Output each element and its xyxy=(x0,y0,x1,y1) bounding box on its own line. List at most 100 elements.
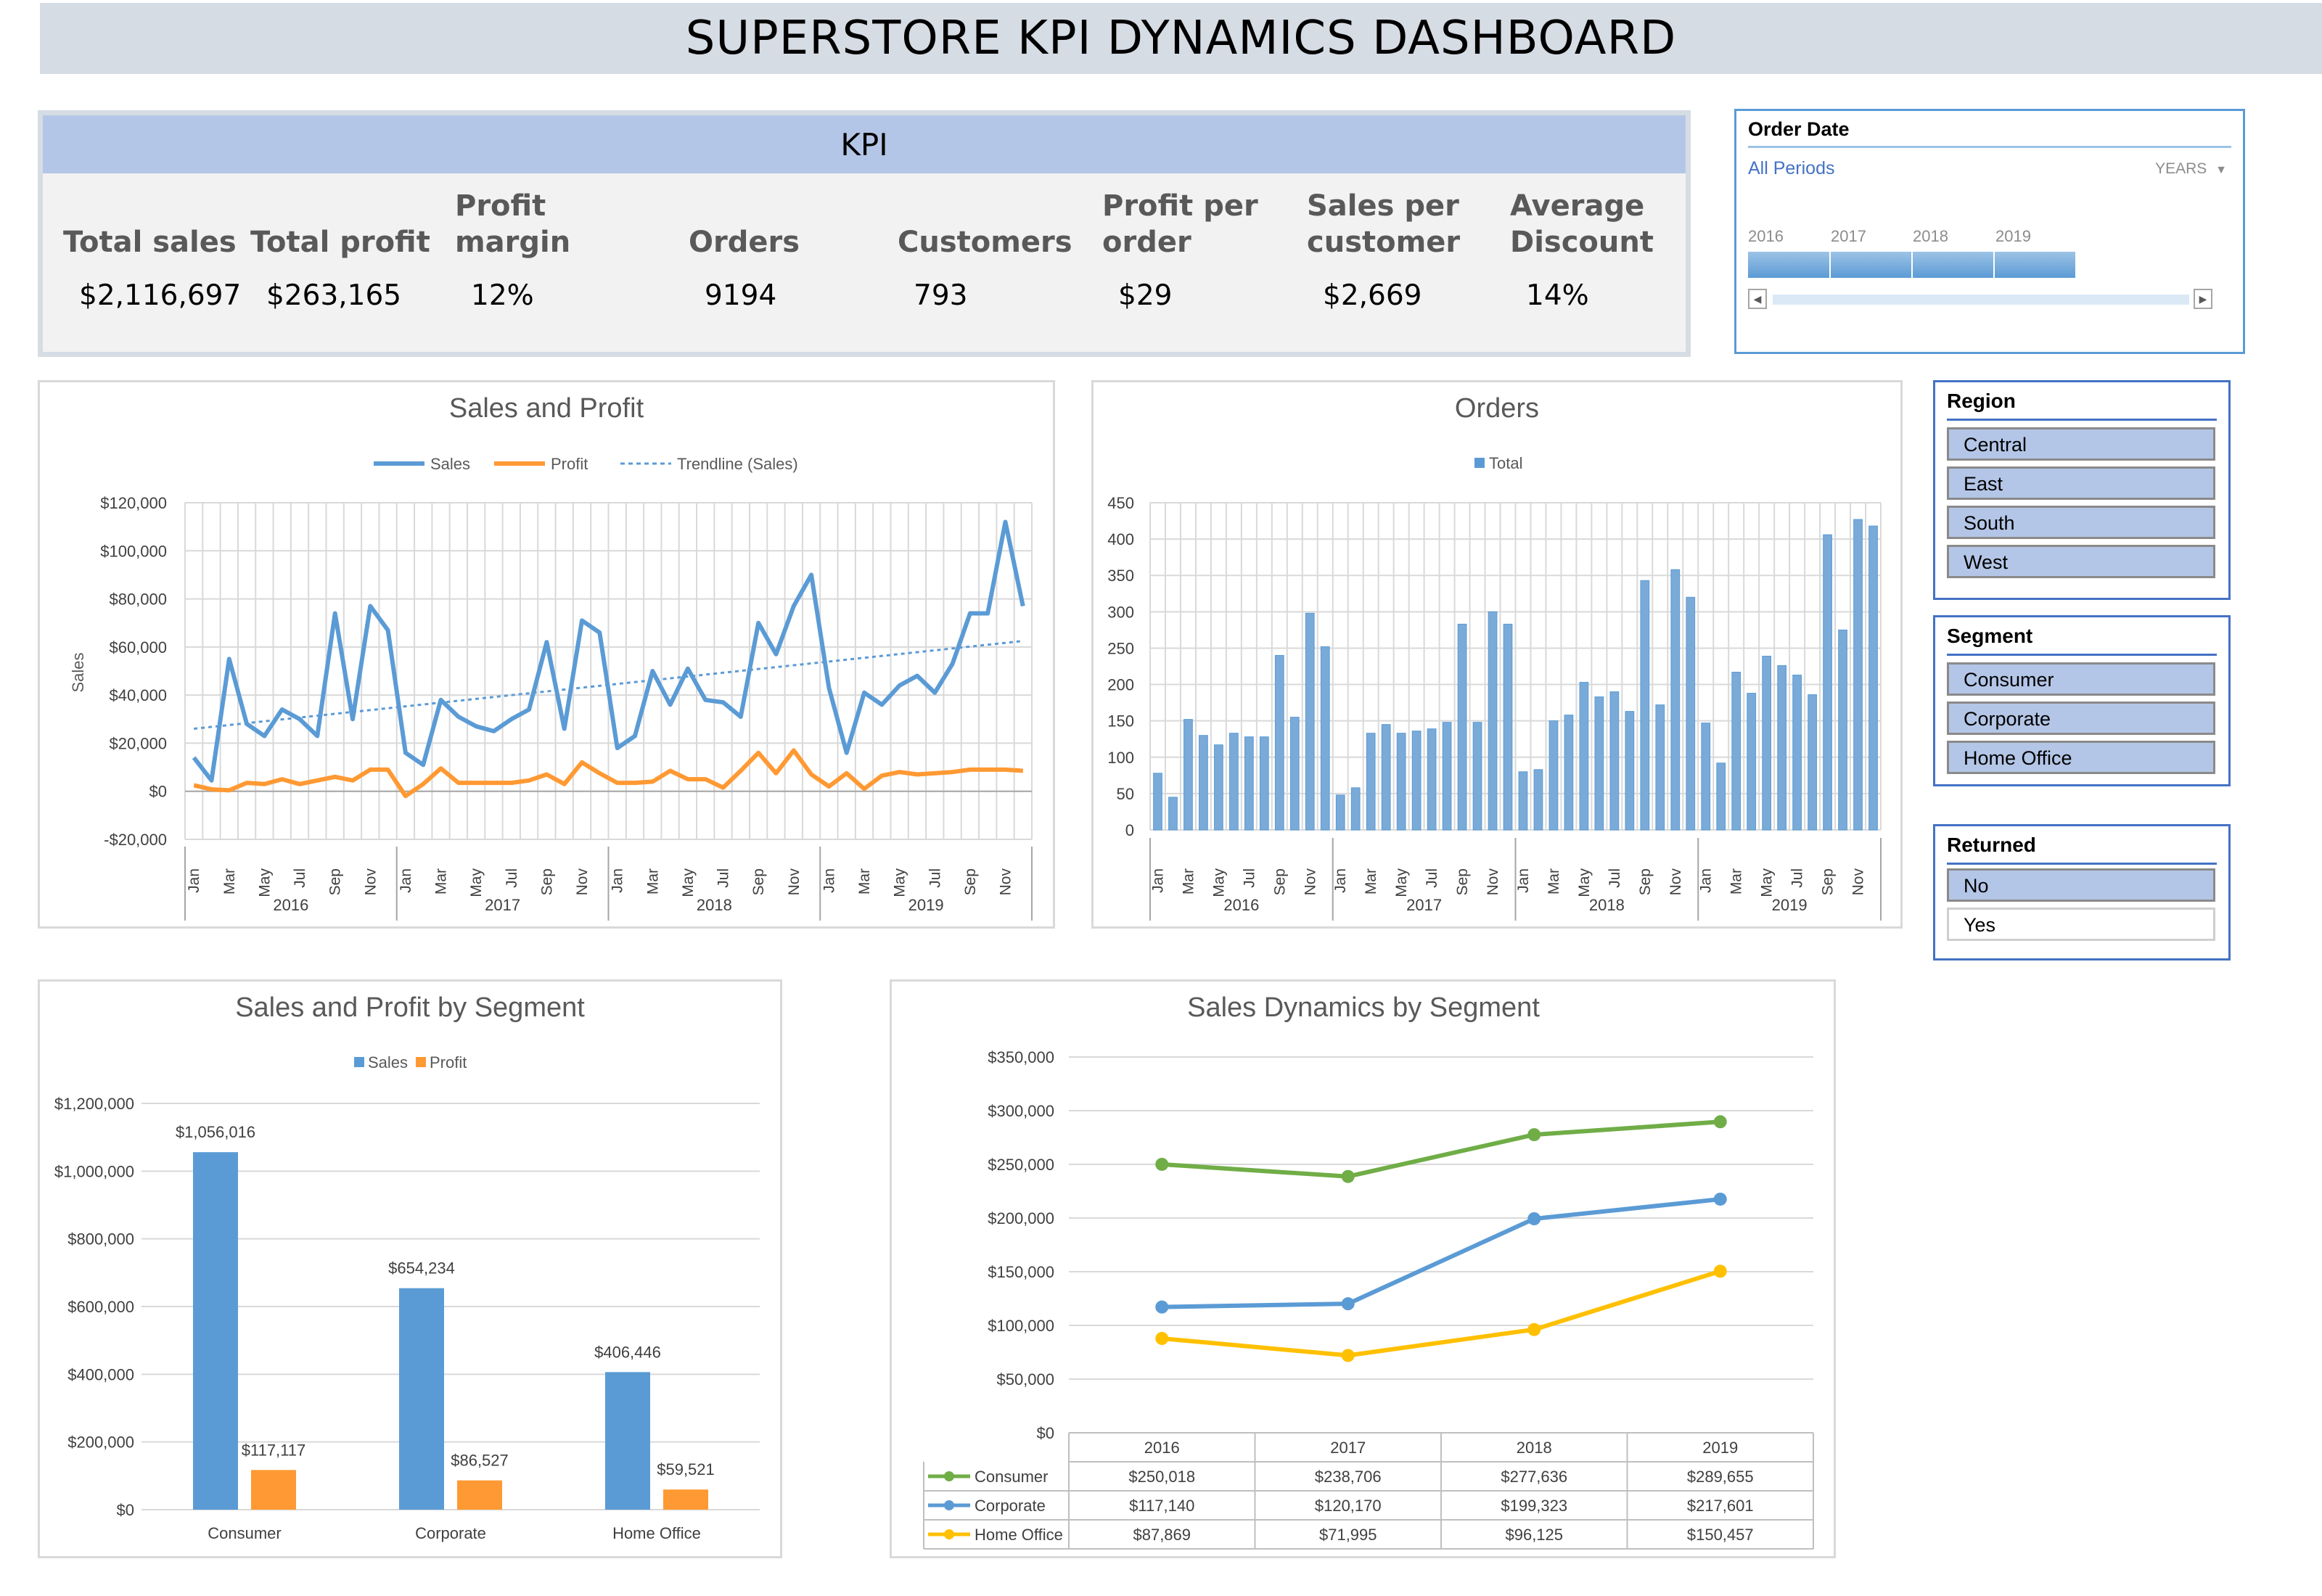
timeline-selection-bar[interactable] xyxy=(1748,252,2075,278)
kpi-orders: Orders 9194 xyxy=(689,188,892,312)
kpi-sales-per-customer: Sales per customer $2,669 xyxy=(1307,188,1510,312)
data-label: $1,056,016 xyxy=(176,1123,255,1141)
timeline-scrollbar[interactable]: ◀ ▶ xyxy=(1748,289,2212,309)
slicer-item-yes[interactable]: Yes xyxy=(1947,908,2215,941)
y-tick-label: $60,000 xyxy=(109,638,167,657)
segment-dynamics-chart: Sales Dynamics by Segment $0 $50,000 $100,0… xyxy=(890,979,1836,1558)
table-cell: $150,457 xyxy=(1687,1526,1754,1544)
series-line xyxy=(1162,1119,1721,1179)
table-cell: $120,170 xyxy=(1315,1497,1382,1515)
slicer-item-east[interactable]: East xyxy=(1947,466,2215,500)
kpi-label: Sales per customer xyxy=(1307,189,1461,259)
scroll-track[interactable] xyxy=(1773,295,2189,305)
x-tick-label: Jul xyxy=(292,868,308,888)
y-tick-label: $20,000 xyxy=(109,734,167,752)
y-tick-label: $600,000 xyxy=(67,1298,134,1316)
scroll-right-icon[interactable]: ▶ xyxy=(2194,289,2212,309)
x-tick-label: Nov xyxy=(1485,868,1501,896)
x-tick-label: Nov xyxy=(1850,868,1867,896)
series-marker xyxy=(1341,1349,1355,1362)
orders-bar xyxy=(1594,696,1604,831)
data-label: $654,234 xyxy=(388,1259,455,1278)
slicer-item-no[interactable]: No xyxy=(1947,868,2215,902)
slicer-item-home-office[interactable]: Home Office xyxy=(1947,741,2215,774)
orders-bar xyxy=(1823,534,1832,831)
x-year-label: 2016 xyxy=(273,896,308,914)
orders-bar xyxy=(1579,682,1589,831)
kpi-profit-per-order: Profit per order $29 xyxy=(1102,188,1305,312)
x-tick-label: Sep xyxy=(1271,868,1288,895)
timeline-period-label: All Periods xyxy=(1748,158,1835,178)
x-tick-label: Jul xyxy=(715,868,732,888)
orders-bar xyxy=(1305,612,1315,831)
chart-title: Orders xyxy=(1455,393,1539,424)
x-year-label: 2019 xyxy=(908,896,944,914)
orders-chart-svg: Orders Total 0 50 100 150 200 250 300 350 400 450 Ja… xyxy=(1107,393,1882,921)
kpi-label: Total profit xyxy=(250,226,430,259)
orders-bar xyxy=(1503,623,1513,831)
orders-bar xyxy=(1716,762,1726,831)
slicer-item-consumer[interactable]: Consumer xyxy=(1947,662,2215,696)
legend-label: Profit xyxy=(430,1053,467,1071)
y-tick-label: $80,000 xyxy=(109,591,167,609)
kpi-profit-margin: Profit margin 12% xyxy=(455,188,658,312)
series-marker xyxy=(1155,1331,1169,1345)
x-tick-label: Jan xyxy=(1515,868,1532,893)
x-tick-label: May xyxy=(1210,868,1227,897)
order-date-timeline[interactable]: Order Date All Periods YEARS ▼ 2016 2017… xyxy=(1734,109,2245,354)
orders-bar xyxy=(1229,733,1239,831)
timeline-unit-dropdown[interactable]: YEARS ▼ xyxy=(2155,160,2227,178)
y-tick-label: -$20,000 xyxy=(104,831,167,849)
slicer-item-central[interactable]: Central xyxy=(1947,427,2215,461)
legend-swatch xyxy=(1474,458,1485,468)
timeline-year-2019: 2019 xyxy=(1995,227,2031,245)
legend-swatch xyxy=(416,1057,426,1067)
y-tick-label: 150 xyxy=(1107,712,1134,731)
orders-bar xyxy=(1411,731,1421,831)
dashboard-title-bar: SUPERSTORE KPI DYNAMICS DASHBOARD xyxy=(40,3,2322,74)
data-label: $406,446 xyxy=(594,1343,661,1361)
kpi-customers: Customers 793 xyxy=(898,188,1101,312)
orders-bar xyxy=(1762,655,1772,831)
series-marker xyxy=(1155,1300,1169,1314)
dashboard-title: SUPERSTORE KPI DYNAMICS DASHBOARD xyxy=(685,12,1677,65)
kpi-value: 9194 xyxy=(705,279,777,312)
y-tick-label: $150,000 xyxy=(988,1263,1054,1281)
table-legend-marker xyxy=(944,1471,954,1481)
orders-bar xyxy=(1335,794,1345,831)
x-tick-label: Mar xyxy=(856,868,873,894)
sales-bar xyxy=(193,1152,238,1510)
x-tick-label: Sep xyxy=(750,868,767,895)
x-category-label: Corporate xyxy=(415,1524,486,1542)
orders-bar xyxy=(1564,715,1574,831)
x-tick-label: Sep xyxy=(1637,868,1654,895)
orders-bar xyxy=(1381,724,1391,831)
scroll-left-icon[interactable]: ◀ xyxy=(1748,289,1767,309)
x-tick-label: May xyxy=(1759,868,1776,897)
y-tick-label: $0 xyxy=(149,783,167,801)
x-tick-label: Sep xyxy=(327,868,344,895)
sales-profit-chart-svg: Sales and Profit Sales Profit Trendline (Sa… xyxy=(69,393,1033,921)
x-tick-label: Nov xyxy=(998,868,1014,896)
series-marker xyxy=(1713,1192,1727,1206)
orders-bar xyxy=(1320,646,1330,831)
slicer-item-corporate[interactable]: Corporate xyxy=(1947,702,2215,735)
x-tick-label: Jan xyxy=(821,868,837,893)
region-slicer: Region Central East South West xyxy=(1933,380,2231,600)
orders-bar xyxy=(1609,691,1620,831)
timeline-segment-divider xyxy=(1911,252,1913,278)
slicer-item-south[interactable]: South xyxy=(1947,506,2215,539)
slicer-divider xyxy=(1947,654,2217,656)
series-marker xyxy=(1527,1128,1541,1142)
table-header-cell: 2019 xyxy=(1702,1439,1738,1457)
orders-bar xyxy=(1747,693,1757,831)
segment-sales-profit-chart-svg: Sales and Profit by Segment Sales Profit $0… xyxy=(54,992,760,1542)
x-tick-label: May xyxy=(680,868,697,897)
y-tick-label: 100 xyxy=(1107,749,1134,767)
timeline-year-2016: 2016 xyxy=(1748,227,1784,245)
x-tick-label: Nov xyxy=(1667,868,1684,896)
slicer-item-west[interactable]: West xyxy=(1947,545,2215,578)
table-cell: $96,125 xyxy=(1505,1526,1563,1544)
orders-bar xyxy=(1472,722,1482,831)
x-tick-label: Mar xyxy=(433,868,450,894)
